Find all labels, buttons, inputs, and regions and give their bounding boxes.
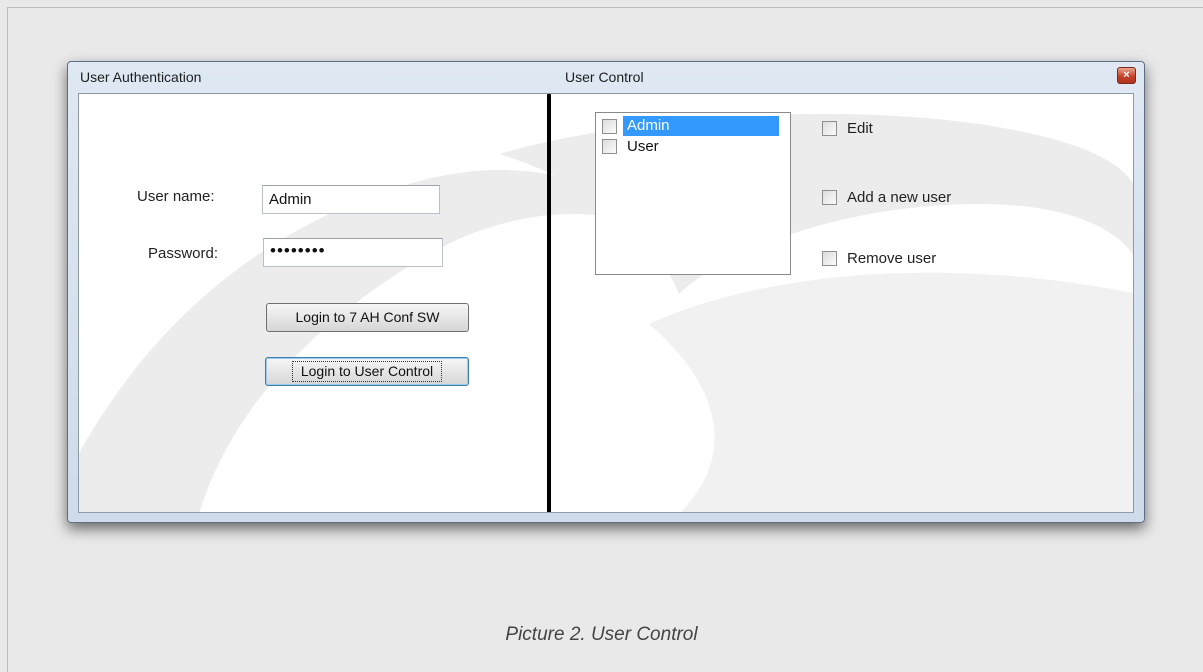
user-item-label: User [627,138,659,155]
add-user-checkbox[interactable] [822,190,837,205]
user-checkbox[interactable] [602,119,617,134]
remove-user-checkbox[interactable] [822,251,837,266]
password-label: Password: [148,245,219,262]
edit-checkbox[interactable] [822,121,837,136]
window-client-area: User name: Admin Password: •••••••• Logi… [78,93,1134,513]
login-user-control-label: Login to User Control [291,361,443,382]
title-user-control: User Control [565,69,644,85]
title-user-authentication: User Authentication [80,69,202,85]
figure-caption: Picture 2. User Control [505,624,698,645]
list-item[interactable]: User [598,137,788,157]
username-input[interactable]: Admin [262,185,440,214]
login-conf-sw-button[interactable]: Login to 7 AH Conf SW [266,303,469,332]
list-item[interactable]: Admin [598,116,788,136]
user-control-window: User Authentication User Control × User … [67,61,1145,523]
login-user-control-button[interactable]: Login to User Control [265,357,469,386]
panel-divider [547,94,551,512]
title-bar[interactable]: User Authentication User Control × [68,62,1144,92]
close-button[interactable]: × [1117,67,1136,84]
add-user-checkbox-label[interactable]: Add a new user [847,189,951,206]
user-listbox[interactable]: Admin User [595,112,791,275]
password-input[interactable]: •••••••• [263,238,443,267]
user-item-label: Admin [623,116,779,136]
edit-checkbox-label[interactable]: Edit [847,120,873,137]
user-checkbox[interactable] [602,139,617,154]
remove-user-checkbox-label[interactable]: Remove user [847,250,936,267]
username-label: User name: [137,188,215,205]
close-icon: × [1123,69,1130,81]
